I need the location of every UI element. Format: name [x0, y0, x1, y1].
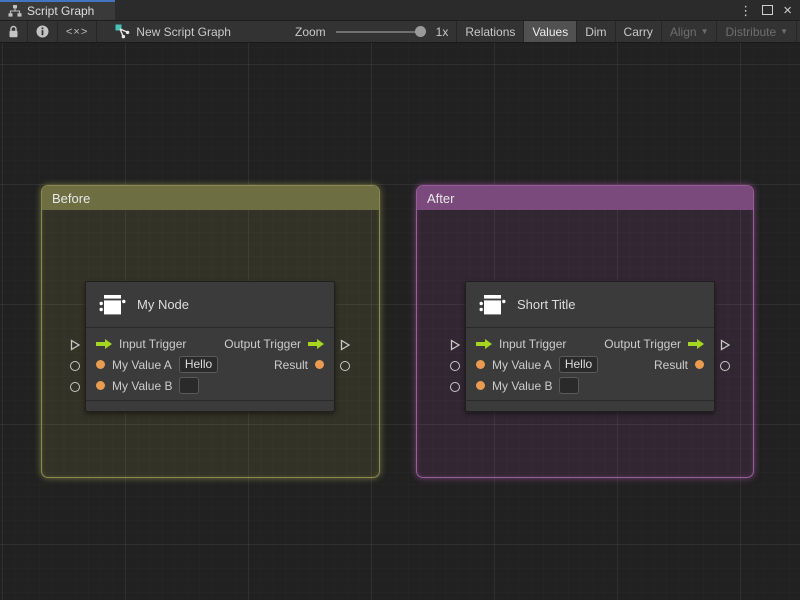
value-port-icon	[476, 360, 485, 369]
toggle-carry[interactable]: Carry	[616, 21, 662, 42]
value-port-icon	[96, 381, 105, 390]
node-ports: Input Trigger Output Trigger My Value A …	[466, 328, 714, 396]
outer-value-port[interactable]	[340, 361, 350, 371]
node-header[interactable]: Short Title	[466, 282, 714, 328]
value-a-input[interactable]: Hello	[558, 356, 599, 373]
flow-arrow-icon	[96, 338, 112, 349]
outer-value-port[interactable]	[720, 361, 730, 371]
outer-flow-port-out[interactable]	[719, 339, 731, 351]
edit-source-button[interactable]: <×>	[58, 21, 98, 42]
lock-button[interactable]	[0, 21, 28, 42]
dropdown-align[interactable]: Align ▼	[662, 21, 718, 42]
tab-label: Script Graph	[27, 4, 95, 18]
window-controls: ⋮ ×	[739, 0, 800, 20]
flow-arrow-icon	[476, 338, 492, 349]
graph-canvas[interactable]: Before After My Node Input Trigger Outpu…	[0, 43, 800, 600]
unit-node-icon	[99, 294, 126, 314]
toggle-relations[interactable]: Relations	[457, 21, 525, 42]
lock-icon	[9, 25, 18, 38]
chevron-down-icon: ▼	[780, 26, 789, 36]
toggle-dim[interactable]: Dim	[577, 21, 616, 42]
dropdown-distribute[interactable]: Distribute ▼	[717, 21, 798, 42]
value-port-icon	[476, 381, 485, 390]
outer-value-port[interactable]	[70, 382, 80, 392]
code-brackets-icon: <×>	[66, 25, 89, 38]
zoom-slider[interactable]	[335, 21, 426, 42]
port-row: Input Trigger Output Trigger	[86, 333, 334, 354]
value-port-icon	[315, 360, 324, 369]
outer-flow-port-in[interactable]	[69, 339, 81, 351]
value-port-icon	[96, 360, 105, 369]
graph-name-label: New Script Graph	[136, 24, 231, 39]
group-label: After	[427, 190, 455, 206]
node-title: Short Title	[517, 297, 576, 312]
value-b-port[interactable]: My Value B	[476, 377, 580, 394]
result-port[interactable]: Result	[274, 358, 324, 372]
output-trigger-port[interactable]: Output Trigger	[224, 337, 324, 351]
outer-flow-port-in[interactable]	[449, 339, 461, 351]
graph-breadcrumb[interactable]: New Script Graph	[107, 21, 239, 42]
group-before-header[interactable]: Before	[42, 186, 379, 210]
chevron-down-icon: ▼	[700, 26, 709, 36]
value-b-port[interactable]: My Value B	[96, 377, 200, 394]
zoom-slider-knob[interactable]	[414, 26, 426, 37]
tab-script-graph[interactable]: Script Graph	[0, 0, 115, 20]
close-icon[interactable]: ×	[783, 3, 792, 18]
value-a-input[interactable]: Hello	[178, 356, 219, 373]
flow-port-outline-icon	[340, 339, 351, 351]
port-row: My Value B	[466, 375, 714, 396]
tab-bar: Script Graph ⋮ ×	[0, 0, 800, 20]
script-graph-window: Script Graph ⋮ × <×> New Script Graph Zo…	[0, 0, 800, 600]
value-b-input[interactable]	[179, 377, 200, 394]
outer-flow-port-out[interactable]	[339, 339, 351, 351]
flow-arrow-icon	[308, 338, 324, 349]
input-trigger-port[interactable]: Input Trigger	[476, 337, 566, 351]
node-my-node[interactable]: My Node Input Trigger Output Trigger My …	[85, 281, 335, 412]
node-ports: Input Trigger Output Trigger My Value A …	[86, 328, 334, 396]
outer-value-port[interactable]	[450, 382, 460, 392]
window-menu-icon[interactable]: ⋮	[739, 4, 752, 17]
group-label: Before	[52, 190, 91, 206]
value-port-icon	[695, 360, 704, 369]
node-short-title[interactable]: Short Title Input Trigger Output Trigger	[465, 281, 715, 412]
value-b-input[interactable]	[559, 377, 580, 394]
script-graph-icon	[115, 24, 130, 39]
outer-value-port[interactable]	[70, 361, 80, 371]
port-row: Input Trigger Output Trigger	[466, 333, 714, 354]
toggle-values[interactable]: Values	[524, 21, 578, 42]
node-header[interactable]: My Node	[86, 282, 334, 328]
value-a-port[interactable]: My Value A Hello	[96, 356, 219, 373]
unit-node-icon	[479, 294, 506, 314]
zoom-value: 1x	[435, 24, 449, 39]
port-row: My Value B	[86, 375, 334, 396]
flow-arrow-icon	[688, 338, 704, 349]
flow-port-outline-icon	[720, 339, 731, 351]
inspect-button[interactable]	[28, 21, 58, 42]
flow-port-outline-icon	[450, 339, 461, 351]
zoom-slider-track	[335, 30, 426, 33]
input-trigger-port[interactable]: Input Trigger	[96, 337, 186, 351]
flow-port-outline-icon	[70, 339, 81, 351]
zoom-label: Zoom	[294, 24, 326, 39]
info-icon	[36, 25, 49, 38]
node-footer	[466, 400, 714, 411]
value-a-port[interactable]: My Value A Hello	[476, 356, 599, 373]
zoom-control: Zoom 1x	[287, 21, 456, 42]
output-trigger-port[interactable]: Output Trigger	[604, 337, 704, 351]
group-after-header[interactable]: After	[417, 186, 753, 210]
port-row: My Value A Hello Result	[86, 354, 334, 375]
outer-value-port[interactable]	[450, 361, 460, 371]
graph-toolbar: <×> New Script Graph Zoom 1x Relations V…	[0, 20, 800, 43]
node-title: My Node	[137, 297, 190, 312]
graph-hierarchy-icon	[8, 5, 22, 17]
node-footer	[86, 400, 334, 411]
port-row: My Value A Hello Result	[466, 354, 714, 375]
result-port[interactable]: Result	[654, 358, 704, 372]
maximize-icon[interactable]	[762, 4, 774, 17]
